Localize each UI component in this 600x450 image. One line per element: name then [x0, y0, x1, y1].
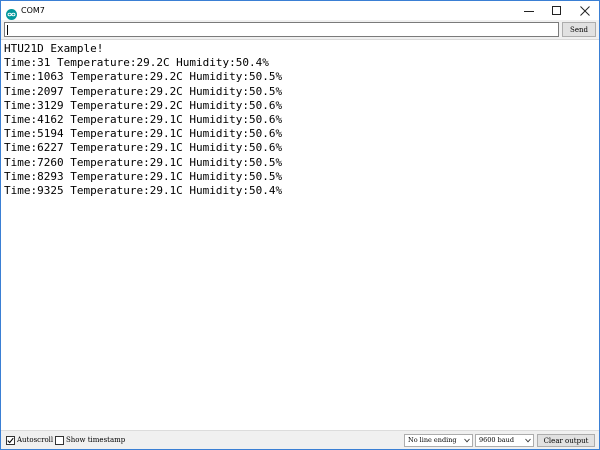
output-line: HTU21D Example!: [4, 42, 104, 55]
clear-output-button[interactable]: Clear output: [537, 434, 595, 447]
output-line: Time:6227 Temperature:29.1C Humidity:50.…: [4, 141, 283, 155]
status-bar: Autoscroll Show timestamp No line ending…: [1, 430, 599, 449]
chevron-down-icon: [464, 438, 470, 443]
send-button[interactable]: Send: [562, 22, 596, 37]
serial-input[interactable]: [4, 22, 559, 37]
output-line: Time:3129 Temperature:29.2C Humidity:50.…: [4, 98, 283, 112]
checkmark-icon: [7, 437, 14, 444]
output-line: Time:5194 Temperature:29.1C Humidity:50.…: [4, 127, 283, 141]
output-line: Time:2097 Temperature:29.2C Humidity:50.…: [4, 84, 283, 98]
minimize-button[interactable]: [515, 1, 543, 20]
baud-rate-select[interactable]: 9600 baud: [475, 434, 534, 447]
output-line: Time:9325 Temperature:29.1C Humidity:50.…: [4, 183, 283, 197]
autoscroll-label: Autoscroll: [17, 436, 54, 444]
baud-rate-value: 9600 baud: [479, 436, 514, 444]
show-timestamp-label: Show timestamp: [66, 436, 126, 444]
output-line: Time:31 Temperature:29.2C Humidity:50.4%: [4, 56, 269, 70]
output-line: Time:1063 Temperature:29.2C Humidity:50.…: [4, 70, 283, 84]
maximize-icon: [552, 5, 561, 15]
line-ending-value: No line ending: [408, 436, 457, 444]
minimize-icon: [524, 10, 534, 12]
arduino-icon: [6, 5, 17, 20]
window-controls: [515, 1, 599, 20]
output-line: Time:8293 Temperature:29.1C Humidity:50.…: [4, 169, 283, 183]
close-icon: [580, 5, 590, 16]
maximize-button[interactable]: [543, 1, 571, 20]
output-line: Time:4162 Temperature:29.1C Humidity:50.…: [4, 112, 283, 126]
serial-output[interactable]: HTU21D Example! Time:31 Temperature:29.2C…: [1, 39, 599, 430]
output-line: Time:7260 Temperature:29.1C Humidity:50.…: [4, 155, 283, 169]
line-ending-select[interactable]: No line ending: [404, 434, 473, 447]
window-title: COM7: [21, 6, 45, 15]
show-timestamp-checkbox[interactable]: [55, 436, 64, 445]
title-bar[interactable]: COM7: [1, 1, 599, 20]
chevron-down-icon: [525, 438, 531, 443]
autoscroll-checkbox[interactable]: [6, 436, 15, 445]
serial-monitor-window: COM7 Send HTU21D Example! Time:31 Temper…: [0, 0, 600, 450]
text-caret: [7, 25, 8, 35]
input-row: Send: [1, 20, 599, 39]
close-button[interactable]: [571, 1, 599, 20]
